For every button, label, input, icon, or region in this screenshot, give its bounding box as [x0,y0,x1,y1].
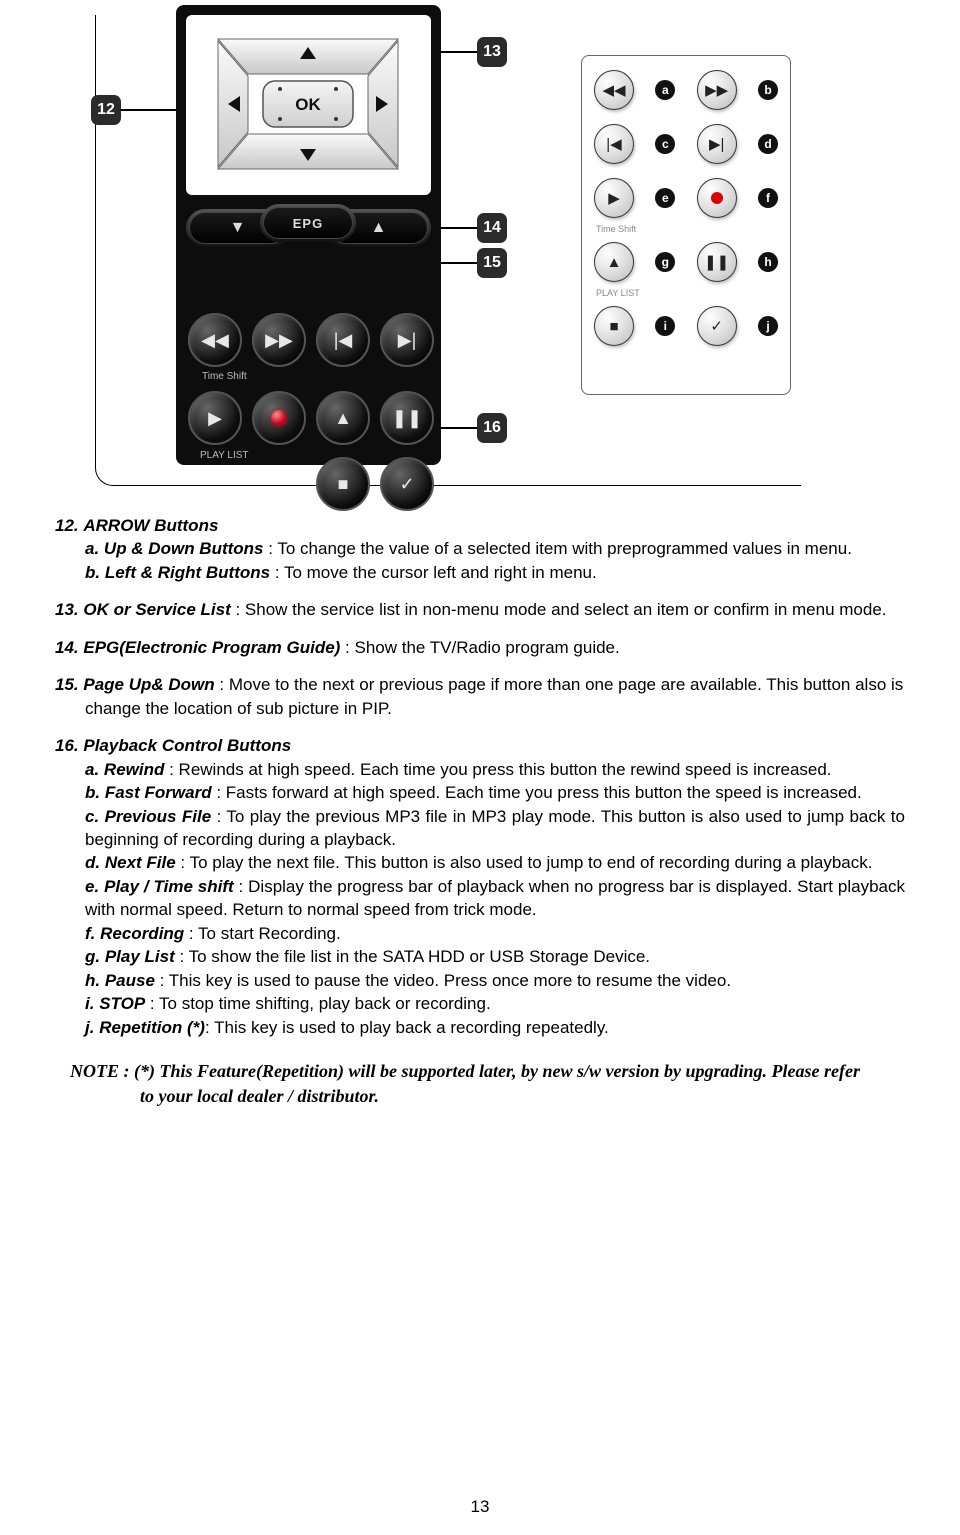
item-13: 13. OK or Service List : Show the servic… [55,598,905,621]
inset-stop-icon: ■ [594,306,634,346]
inset-ff-icon: ▶▶ [697,70,737,110]
prevfile-button: |◀ [316,313,370,367]
item-14: 14. EPG(Electronic Program Guide) : Show… [55,636,905,659]
inset-check-icon: ✓ [697,306,737,346]
inset-record-icon [697,178,737,218]
record-button [252,391,306,445]
inset-pause-icon: ❚❚ [697,242,737,282]
playlist-label: PLAY LIST [200,450,249,461]
inset-pl-caption: PLAY LIST [596,288,778,298]
play-button: ▶ [188,391,242,445]
rewind-button: ◀◀ [188,313,242,367]
callout-12: 12 [91,95,181,125]
callout-16: 16 [434,413,507,443]
item-15: 15. Page Up& Down : Move to the next or … [55,673,905,720]
dpad-plate: OK [208,29,408,179]
playlist-button: ▲ [316,391,370,445]
svg-text:OK: OK [295,95,321,114]
callout-15: 15 [434,248,507,278]
pause-button: ❚❚ [380,391,434,445]
inset-rewind-icon: ◀◀ [594,70,634,110]
epg-wrapper: EPG [248,204,368,242]
note-text: NOTE : (*) This Feature(Repetition) will… [70,1059,875,1109]
stop-button: ■ [316,457,370,511]
inset-prev-icon: |◀ [594,124,634,164]
epg-button: EPG [260,204,356,242]
item-12: 12. ARROW Buttons a. Up & Down Buttons :… [55,514,905,584]
dpad-area: OK [186,15,431,195]
inset-eject-icon: ▲ [594,242,634,282]
nextfile-button: ▶| [380,313,434,367]
page-number: 13 [0,1497,960,1517]
inset-play-icon: ▶ [594,178,634,218]
content-body: 12. ARROW Buttons a. Up & Down Buttons :… [55,514,905,1109]
inset-next-icon: ▶| [697,124,737,164]
remote-body: OK ▼ ▲ EPG ◀◀ ▶▶ |◀ [176,5,441,465]
inset-ts-caption: Time Shift [596,224,778,234]
playback-grid: ◀◀ ▶▶ |◀ ▶| Time Shift ▶ ▲ ❚❚ ■ ✓ [186,309,431,511]
fastforward-button: ▶▶ [252,313,306,367]
repeat-button: ✓ [380,457,434,511]
inset-legend: ◀◀a▶▶b |◀c▶|d ▶ef Time Shift ▲g❚❚h PLAY … [581,55,791,395]
item-16: 16. Playback Control Buttons a. Rewind :… [55,734,905,1039]
timeshift-label: Time Shift [202,371,434,383]
remote-diagram: 12 13 14 15 16 [95,15,801,486]
